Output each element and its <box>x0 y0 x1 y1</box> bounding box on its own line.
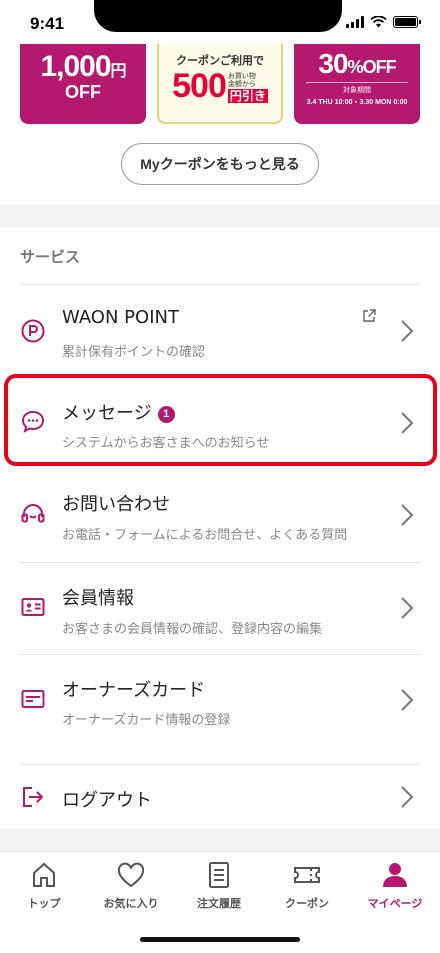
chevron-right-icon <box>401 320 414 342</box>
tab-label: トップ <box>27 897 61 910</box>
battery-icon <box>393 16 421 28</box>
coupon-heading: クーポンご利用で <box>176 54 264 67</box>
ticket-icon <box>294 867 320 883</box>
card-icon <box>21 690 45 708</box>
external-link-icon <box>363 309 376 322</box>
chevron-right-icon <box>401 504 414 526</box>
wifi-icon <box>370 16 387 28</box>
section-title: サービス <box>20 248 81 266</box>
home-icon <box>33 862 55 887</box>
logout-icon <box>23 787 44 807</box>
coupon-period: 3.4 THU 10:00・3.30 MON 0:00 <box>306 99 408 106</box>
coupon-amount: 500 <box>172 67 227 105</box>
chevron-right-icon <box>401 412 414 434</box>
tab-label: クーポン <box>285 897 329 910</box>
section-separator <box>0 205 440 227</box>
tab-label: マイページ <box>367 897 423 910</box>
coupon-amount: 1,000円 <box>40 50 126 83</box>
tab-my-page[interactable]: マイページ <box>351 860 439 911</box>
more-coupons-button[interactable]: Myクーポンをもっと見る <box>121 143 319 185</box>
section-separator <box>0 829 440 851</box>
headset-icon <box>21 504 45 523</box>
menu-item-subtitle: お客さまの会員情報の確認、登録内容の編集 <box>62 622 323 637</box>
status-icons <box>346 16 421 28</box>
device-notch <box>94 0 342 32</box>
waon-point-icon <box>21 319 45 343</box>
coupon-banner-500-yen[interactable]: クーポンご利用で 500 お買い物金額から 円引き <box>157 44 283 124</box>
divider <box>20 562 420 563</box>
divider <box>20 376 420 377</box>
menu-item-member-info[interactable]: 会員情報 お客さまの会員情報の確認、登録内容の編集 <box>0 562 440 654</box>
document-icon <box>209 862 229 888</box>
menu-item-contact[interactable]: お問い合わせ お電話・フォームによるお問合せ、よくある質問 <box>0 468 440 562</box>
menu-item-owners-card[interactable]: オーナーズカード オーナーズカード情報の登録 <box>0 654 440 764</box>
unread-count-badge: 1 <box>157 406 175 423</box>
cellular-signal-icon <box>346 16 364 28</box>
divider <box>20 468 420 469</box>
menu-item-subtitle: システムからお客さまへのお知らせ <box>62 436 270 451</box>
menu-item-title: ログアウト <box>62 790 152 811</box>
coupon-banner-30-off[interactable]: 30%OFF 対象期間 3.4 THU 10:00・3.30 MON 0:00 <box>294 44 420 124</box>
coupon-suffix: OFF <box>65 82 101 102</box>
status-time: 9:41 <box>30 14 65 33</box>
tab-label: 注文履歴 <box>197 897 241 910</box>
tab-top[interactable]: トップ <box>0 860 88 911</box>
menu-item-title: オーナーズカード <box>62 680 206 701</box>
menu-item-title: お問い合わせ <box>62 494 170 515</box>
tab-order-history[interactable]: 注文履歴 <box>175 860 263 911</box>
menu-item-logout[interactable]: ログアウト <box>0 764 440 829</box>
tab-coupon[interactable]: クーポン <box>263 860 351 911</box>
tab-favorites[interactable]: お気に入り <box>87 860 175 911</box>
menu-item-waon-point[interactable]: WAON POINT 累計保有ポイントの確認 <box>0 284 440 376</box>
coupon-banner-1000-off[interactable]: 1,000円 OFF <box>20 44 146 124</box>
divider <box>20 764 420 765</box>
chevron-right-icon <box>401 689 414 711</box>
message-icon <box>21 410 45 433</box>
chevron-right-icon <box>401 597 414 619</box>
menu-item-title: メッセージ 1 <box>62 399 175 425</box>
coupon-suffix: 円引き <box>227 89 268 103</box>
status-bar: 9:41 <box>0 0 440 44</box>
coupon-banner-carousel: 1,000円 OFF クーポンご利用で 500 お買い物金額から 円引き 30%… <box>0 44 440 124</box>
home-indicator <box>140 937 300 942</box>
menu-item-subtitle: オーナーズカード情報の登録 <box>62 713 231 728</box>
menu-item-title: 会員情報 <box>62 588 134 609</box>
coupon-amount: 30%OFF <box>318 48 396 79</box>
coupon-note: お買い物金額から <box>227 72 256 88</box>
chevron-right-icon <box>401 786 414 808</box>
menu-item-subtitle: 累計保有ポイントの確認 <box>62 345 206 360</box>
menu-item-subtitle: お電話・フォームによるお問合せ、よくある質問 <box>62 528 348 543</box>
person-icon <box>383 863 407 887</box>
divider <box>20 654 420 655</box>
heart-icon <box>117 862 145 888</box>
coupon-period-label: 対象期間 <box>306 82 408 95</box>
menu-item-message[interactable]: メッセージ 1 システムからお客さまへのお知らせ <box>0 376 440 468</box>
tab-label: お気に入り <box>103 897 159 910</box>
id-card-icon <box>21 598 45 616</box>
menu-item-title: WAON POINT <box>62 307 179 328</box>
divider <box>20 284 420 285</box>
